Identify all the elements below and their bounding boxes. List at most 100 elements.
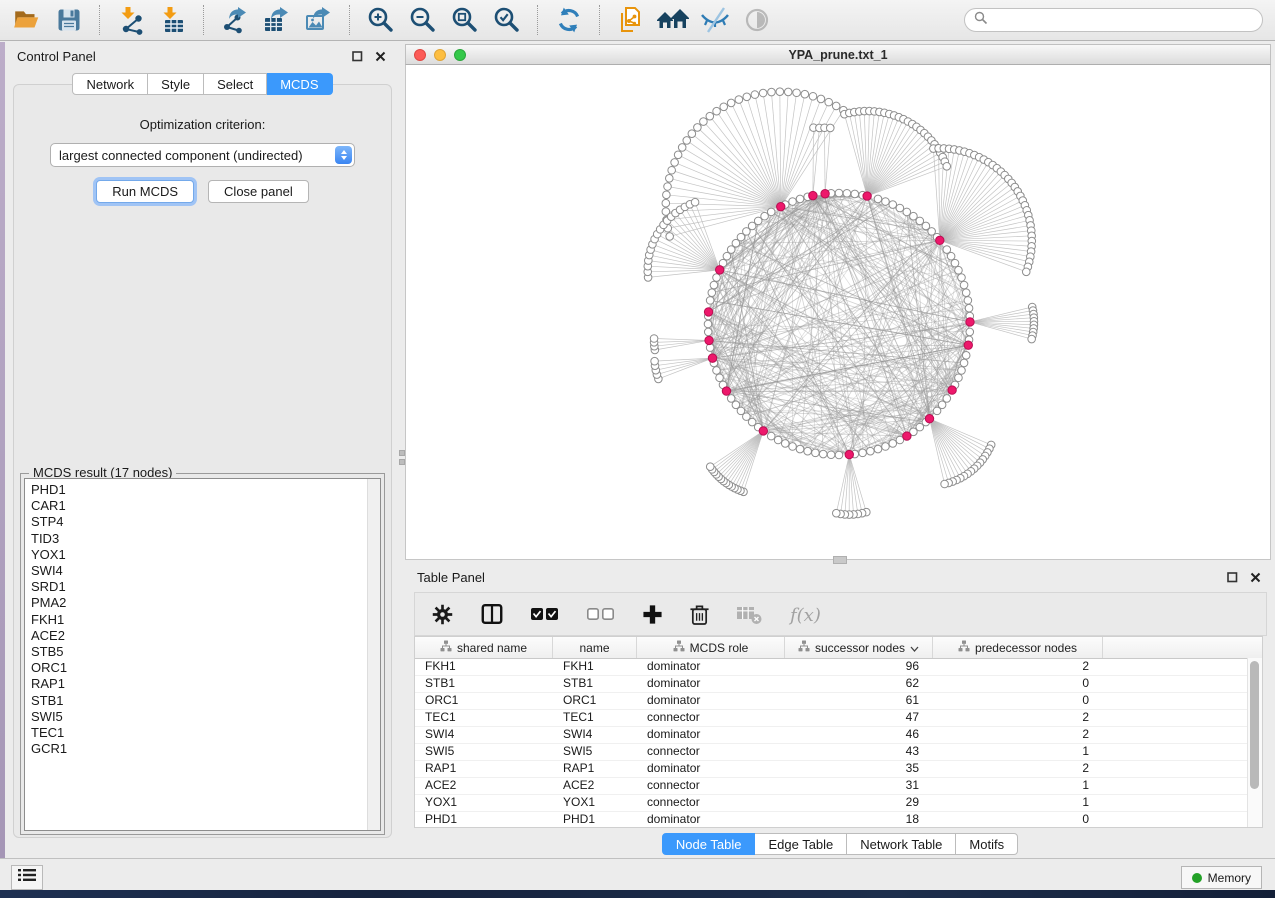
- column-header-shared-name[interactable]: shared name: [415, 637, 553, 658]
- network-hub-node[interactable]: [759, 427, 767, 435]
- network-node[interactable]: [826, 124, 834, 132]
- network-node[interactable]: [706, 112, 714, 120]
- network-node[interactable]: [713, 274, 721, 282]
- hide-panels-icon[interactable]: [698, 3, 732, 37]
- table-cell[interactable]: 47: [785, 710, 933, 726]
- network-node[interactable]: [691, 198, 699, 206]
- mcds-result-node[interactable]: SWI4: [31, 563, 380, 579]
- column-header-successor-nodes[interactable]: successor nodes: [785, 637, 933, 658]
- network-node[interactable]: [720, 103, 728, 111]
- table-cell[interactable]: PHD1: [415, 812, 553, 828]
- table-cell[interactable]: 31: [785, 778, 933, 794]
- home-icon[interactable]: [656, 3, 690, 37]
- network-node[interactable]: [674, 151, 682, 159]
- table-cell[interactable]: dominator: [637, 659, 785, 675]
- network-node[interactable]: [710, 281, 718, 289]
- network-node[interactable]: [867, 447, 875, 455]
- network-node[interactable]: [708, 289, 716, 297]
- network-node[interactable]: [662, 199, 670, 207]
- network-node[interactable]: [716, 374, 724, 382]
- network-node[interactable]: [835, 189, 843, 197]
- table-cell[interactable]: PHD1: [553, 812, 637, 828]
- task-history-button[interactable]: [11, 865, 43, 890]
- zoom-fit-icon[interactable]: [448, 3, 482, 37]
- horizontal-splitter-handle[interactable]: [833, 556, 847, 564]
- network-node[interactable]: [694, 124, 702, 132]
- mcds-result-node[interactable]: FKH1: [31, 612, 380, 628]
- network-node[interactable]: [668, 166, 676, 174]
- network-edge[interactable]: [813, 128, 820, 196]
- network-node[interactable]: [896, 204, 904, 212]
- network-node[interactable]: [817, 95, 825, 103]
- network-node[interactable]: [827, 451, 835, 459]
- network-node[interactable]: [951, 259, 959, 267]
- network-node[interactable]: [859, 449, 867, 457]
- network-hub-node[interactable]: [863, 192, 871, 200]
- network-node[interactable]: [706, 297, 714, 305]
- network-edge[interactable]: [841, 455, 850, 514]
- show-panel-eye-icon[interactable]: [740, 3, 774, 37]
- table-cell[interactable]: RAP1: [415, 761, 553, 777]
- network-node[interactable]: [851, 190, 859, 198]
- refresh-icon[interactable]: [552, 3, 586, 37]
- table-cell[interactable]: 29: [785, 795, 933, 811]
- table-cell[interactable]: STB1: [553, 676, 637, 692]
- network-node[interactable]: [1022, 268, 1030, 276]
- close-panel-icon[interactable]: [373, 49, 388, 64]
- table-cell[interactable]: SWI4: [415, 727, 553, 743]
- network-edge[interactable]: [970, 311, 1033, 322]
- table-cell[interactable]: 2: [933, 659, 1103, 675]
- share-network-document-icon[interactable]: [614, 3, 648, 37]
- network-hub-node[interactable]: [722, 387, 730, 395]
- table-cell[interactable]: 1: [933, 778, 1103, 794]
- mcds-result-node[interactable]: ORC1: [31, 660, 380, 676]
- network-node[interactable]: [960, 359, 968, 367]
- mcds-result-node[interactable]: STP4: [31, 514, 380, 530]
- mcds-result-node[interactable]: ACE2: [31, 628, 380, 644]
- network-node[interactable]: [832, 509, 840, 517]
- mcds-result-node[interactable]: YOX1: [31, 547, 380, 563]
- network-node[interactable]: [706, 463, 714, 471]
- table-row[interactable]: YOX1YOX1connector291: [415, 795, 1262, 812]
- mcds-result-node[interactable]: SWI5: [31, 709, 380, 725]
- network-edge[interactable]: [658, 358, 712, 379]
- network-node[interactable]: [767, 208, 775, 216]
- network-edge[interactable]: [930, 419, 953, 482]
- network-edge[interactable]: [970, 322, 1034, 329]
- memory-button[interactable]: Memory: [1181, 866, 1262, 889]
- network-node[interactable]: [650, 335, 658, 343]
- table-cell[interactable]: 62: [785, 676, 933, 692]
- network-node[interactable]: [666, 233, 674, 241]
- table-row[interactable]: TEC1TEC1connector472: [415, 710, 1262, 727]
- table-cell[interactable]: connector: [637, 710, 785, 726]
- network-node[interactable]: [663, 191, 671, 199]
- network-edge[interactable]: [825, 128, 826, 194]
- network-node[interactable]: [664, 183, 672, 191]
- network-node[interactable]: [812, 449, 820, 457]
- network-edge[interactable]: [867, 137, 928, 196]
- table-cell[interactable]: dominator: [637, 727, 785, 743]
- table-cell[interactable]: connector: [637, 778, 785, 794]
- mcds-result-node[interactable]: RAP1: [31, 676, 380, 692]
- import-network-icon[interactable]: [114, 3, 148, 37]
- table-cell[interactable]: 0: [933, 812, 1103, 828]
- network-edge[interactable]: [763, 93, 781, 207]
- table-row[interactable]: RAP1RAP1dominator352: [415, 761, 1262, 778]
- table-cell[interactable]: 43: [785, 744, 933, 760]
- network-hub-node[interactable]: [809, 191, 817, 199]
- network-hub-node[interactable]: [925, 415, 933, 423]
- mcds-result-node[interactable]: TEC1: [31, 725, 380, 741]
- network-node[interactable]: [966, 328, 974, 336]
- network-hub-node[interactable]: [948, 386, 956, 394]
- network-node[interactable]: [767, 432, 775, 440]
- table-cell[interactable]: YOX1: [553, 795, 637, 811]
- network-node[interactable]: [713, 107, 721, 115]
- network-node[interactable]: [781, 440, 789, 448]
- network-node[interactable]: [874, 195, 882, 203]
- network-node[interactable]: [965, 304, 973, 312]
- network-edge[interactable]: [692, 134, 781, 207]
- export-table-icon[interactable]: [260, 3, 294, 37]
- network-hub-node[interactable]: [964, 341, 972, 349]
- network-edge[interactable]: [648, 261, 719, 270]
- network-node[interactable]: [651, 357, 659, 365]
